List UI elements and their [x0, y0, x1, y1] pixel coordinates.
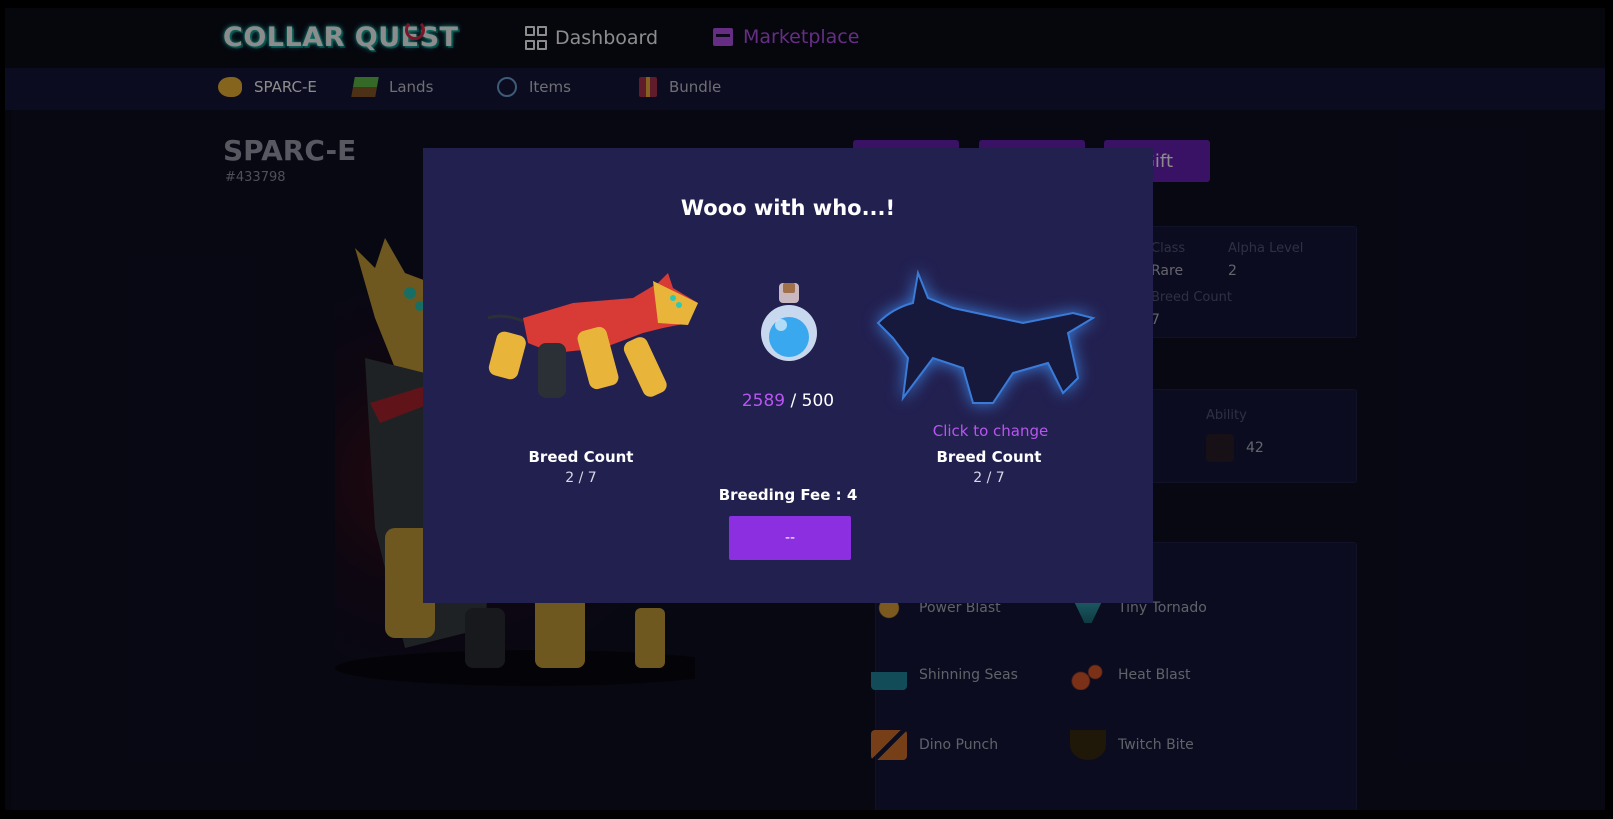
breed-button-label: -- [784, 530, 796, 546]
right-breed-count-value: 2 / 7 [973, 470, 1005, 486]
app-frame: COLLAR QUEST Dashboard Marketplace SPARC… [5, 8, 1605, 810]
click-to-change-link[interactable]: Click to change [893, 422, 1088, 440]
potion-count: 2589 / 500 [713, 391, 863, 411]
potion-total: / 500 [790, 391, 835, 411]
selected-dog-image [487, 273, 698, 398]
breeding-modal: Wooo with who...! 2589 / 500 Click to ch… [423, 148, 1153, 603]
breed-button[interactable]: -- [729, 516, 851, 560]
left-breed-count-label: Breed Count [528, 448, 634, 466]
left-breed-count-value: 2 / 7 [565, 470, 597, 486]
right-breed-count-label: Breed Count [936, 448, 1042, 466]
select-partner-dog[interactable] [873, 268, 1098, 408]
potion-icon [761, 283, 817, 361]
potion-current: 2589 [741, 391, 786, 411]
breeding-fee: Breeding Fee : 4 [718, 486, 858, 504]
modal-title: Wooo with who...! [680, 196, 896, 220]
